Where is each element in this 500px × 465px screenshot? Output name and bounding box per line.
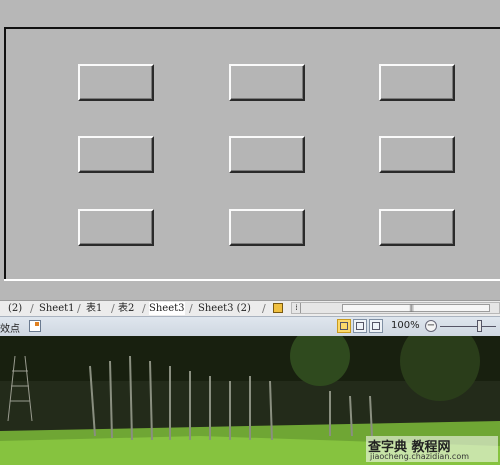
zoom-slider-thumb[interactable]	[477, 320, 482, 332]
form-frame-bottom-edge	[4, 279, 500, 281]
tab-separator: ∕	[77, 302, 81, 315]
form-canvas	[0, 0, 500, 300]
form-button-r3c3[interactable]	[379, 209, 455, 246]
tab-separator: ∕	[262, 302, 266, 315]
zoom-out-button[interactable]: −	[425, 320, 437, 332]
sheet-tab[interactable]: 表2	[118, 302, 134, 315]
form-button-r2c3[interactable]	[379, 136, 455, 173]
tab-separator: ∕	[189, 302, 193, 315]
sheet-tab[interactable]: (2)	[8, 302, 22, 315]
macro-record-icon[interactable]	[29, 320, 41, 332]
form-button-r2c2[interactable]	[229, 136, 305, 173]
normal-view-icon[interactable]	[337, 319, 351, 333]
sheet-tab[interactable]: Sheet1	[39, 302, 75, 315]
form-button-r1c2[interactable]	[229, 64, 305, 101]
tab-separator: ∕	[111, 302, 115, 315]
scrollbar-grip-icon: |||	[409, 304, 414, 312]
zoom-level[interactable]: 100%	[391, 320, 420, 331]
watermark-url: jiaocheng.chazidian.com	[370, 452, 470, 461]
horizontal-scrollbar[interactable]: ⁞ |||	[291, 302, 500, 314]
scrollbar-split-handle[interactable]: ⁞	[293, 303, 301, 313]
sheet-tab[interactable]: Sheet3 (2)	[198, 302, 251, 315]
zoom-slider-track[interactable]	[440, 326, 496, 327]
scrollbar-thumb[interactable]: |||	[342, 304, 490, 312]
form-button-r3c2[interactable]	[229, 209, 305, 246]
form-button-r1c3[interactable]	[379, 64, 455, 101]
tab-separator: ∕	[142, 302, 146, 315]
sheet-tab[interactable]: 表1	[86, 302, 102, 315]
form-button-r1c1[interactable]	[78, 64, 154, 101]
status-text: 效点	[0, 324, 20, 335]
tab-separator: ∕	[30, 302, 34, 315]
status-bar: 效点 100% −	[0, 316, 500, 336]
sheet-nav-icon[interactable]	[273, 303, 283, 313]
sheet-tab-active[interactable]: Sheet3	[149, 302, 185, 315]
page-break-preview-icon[interactable]	[369, 319, 383, 333]
form-button-r3c1[interactable]	[78, 209, 154, 246]
form-button-r2c1[interactable]	[78, 136, 154, 173]
page-layout-icon[interactable]	[353, 319, 367, 333]
